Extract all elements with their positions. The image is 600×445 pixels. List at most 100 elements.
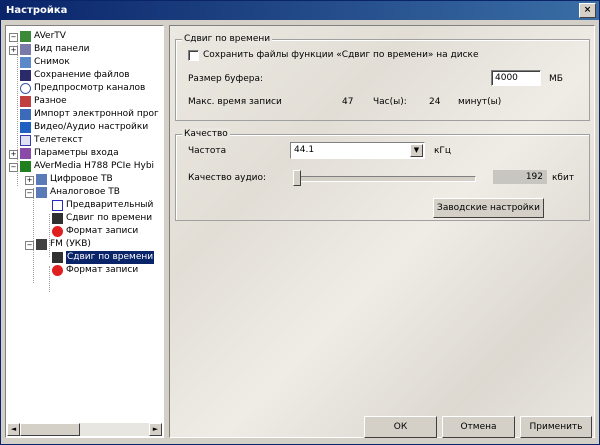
audio-quality-label: Качество аудио: — [188, 173, 267, 183]
expand-toggle[interactable]: + — [25, 176, 34, 185]
snapshot-icon — [20, 57, 31, 68]
tree-item-panel-view[interactable]: + Вид панели — [6, 43, 161, 56]
tuner-card-icon — [20, 161, 31, 172]
tree-item-preview[interactable]: Предварительный — [6, 199, 161, 212]
settings-tree: − AVerTV + Вид панели Снимок Сохранение … — [5, 25, 164, 438]
epg-import-icon — [20, 109, 31, 120]
scroll-left-button[interactable]: ◄ — [7, 423, 20, 436]
tree-item-digital-tv[interactable]: + Цифровое ТВ — [6, 173, 161, 186]
collapse-toggle[interactable]: − — [9, 33, 18, 42]
window-title: Настройка — [6, 5, 68, 16]
averTV-icon — [20, 31, 31, 42]
collapse-toggle[interactable]: − — [25, 241, 34, 250]
record-format-icon — [52, 226, 63, 237]
expand-toggle[interactable]: + — [9, 46, 18, 55]
tree-item-label: Снимок — [34, 57, 70, 67]
cancel-button[interactable]: Отмена — [442, 416, 515, 438]
content-area: − AVerTV + Вид панели Снимок Сохранение … — [5, 25, 595, 441]
tree-item-epg-import[interactable]: Импорт электронной прог — [6, 108, 161, 121]
frequency-value: 44.1 — [294, 145, 315, 155]
input-params-icon — [20, 148, 31, 159]
tree-item-label: Разное — [34, 96, 67, 106]
max-minutes-value: 24 — [429, 97, 441, 107]
tree-item-analog-tv[interactable]: − Аналоговое ТВ — [6, 186, 161, 199]
apply-button[interactable]: Применить — [520, 416, 592, 438]
frequency-label: Частота — [188, 146, 227, 156]
tree-item-timeshift-analog[interactable]: Сдвиг по времени — [6, 212, 161, 225]
save-timeshift-checkbox[interactable] — [188, 50, 199, 61]
tree-item-record-format-analog[interactable]: Формат записи — [6, 225, 161, 238]
tree-item-label: AVerMedia H788 PCIe Hybi — [34, 161, 155, 171]
tree-item-misc[interactable]: Разное — [6, 95, 161, 108]
scroll-right-button[interactable]: ► — [149, 423, 162, 436]
hours-unit: Час(ы): — [373, 97, 407, 107]
max-hours-value: 47 — [342, 97, 354, 107]
settings-window: Настройка × − AVerTV + Вид панели Снимок — [0, 0, 600, 445]
tree-item-avertv[interactable]: − AVerTV — [6, 30, 161, 43]
max-record-time-label: Макс. время записи — [188, 97, 282, 107]
chevron-down-icon[interactable]: ▼ — [410, 144, 423, 157]
frequency-select[interactable]: 44.1 ▼ — [290, 142, 425, 159]
audio-quality-unit: кбит — [552, 173, 575, 183]
analog-tv-icon — [36, 187, 47, 198]
quality-group-title: Качество — [182, 128, 230, 140]
tree-item-save-files[interactable]: Сохранение файлов — [6, 69, 161, 82]
timeshift-group: Сдвиг по времени Сохранить файлы функции… — [175, 33, 590, 121]
tree-item-label: Аналоговое ТВ — [50, 187, 120, 197]
collapse-toggle[interactable]: − — [25, 189, 34, 198]
collapse-toggle[interactable]: − — [9, 163, 18, 172]
tree-item-label: AVerTV — [34, 31, 66, 41]
tree-item-label: Видео/Аудио настройки — [34, 122, 149, 132]
audio-quality-slider[interactable] — [293, 170, 301, 186]
expand-toggle[interactable]: + — [9, 150, 18, 159]
tree-item-fm[interactable]: − FM (УКВ) — [6, 238, 161, 251]
tree-item-av-settings[interactable]: Видео/Аудио настройки — [6, 121, 161, 134]
av-settings-icon — [20, 122, 31, 133]
digital-tv-icon — [36, 174, 47, 185]
audio-quality-track — [294, 176, 476, 182]
preview-check-icon — [52, 200, 63, 211]
ok-button[interactable]: ОК — [364, 416, 437, 438]
record-format-icon — [52, 265, 63, 276]
tree-item-teletext[interactable]: Телетекст — [6, 134, 161, 147]
tree-item-channel-preview[interactable]: Предпросмотр каналов — [6, 82, 161, 95]
panel-view-icon — [20, 44, 31, 55]
timeshift-icon — [52, 213, 63, 224]
save-timeshift-label: Сохранить файлы функции «Сдвиг по времен… — [203, 50, 479, 60]
buffer-size-input[interactable]: 4000 — [491, 70, 541, 86]
scroll-thumb[interactable] — [20, 423, 80, 436]
tree-item-snapshot[interactable]: Снимок — [6, 56, 161, 69]
frequency-unit: кГц — [434, 146, 452, 156]
tree-item-label: Формат записи — [66, 226, 139, 236]
title-bar: Настройка × — [1, 1, 599, 20]
tree-item-timeshift-fm[interactable]: Сдвиг по времени — [6, 251, 161, 264]
tree-item-label: Сдвиг по времени — [66, 251, 155, 264]
tree-item-tuner-card[interactable]: − AVerMedia H788 PCIe Hybi — [6, 160, 161, 173]
tree-item-label: Предпросмотр каналов — [34, 83, 146, 93]
tree-item-label: Телетекст — [34, 135, 83, 145]
misc-icon — [20, 96, 31, 107]
quality-group: Качество Частота 44.1 ▼ кГц Качество ауд… — [175, 128, 590, 221]
restore-defaults-button[interactable]: Заводские настройки — [433, 198, 544, 218]
minutes-unit: минут(ы) — [458, 97, 502, 107]
tree-item-label: FM (УКВ) — [50, 239, 91, 249]
audio-quality-value: 192 — [493, 170, 547, 184]
tree-item-label: Формат записи — [66, 265, 139, 275]
tree-item-label: Параметры входа — [34, 148, 119, 158]
tree-item-label: Предварительный — [66, 200, 154, 210]
close-button[interactable]: × — [579, 3, 596, 18]
tree-item-label: Сохранение файлов — [34, 70, 130, 80]
tree-item-label: Цифровое ТВ — [50, 174, 113, 184]
tree-item-label: Сдвиг по времени — [66, 213, 153, 223]
tree-item-label: Импорт электронной прог — [34, 109, 159, 119]
save-files-icon — [20, 70, 31, 81]
teletext-icon — [20, 135, 31, 146]
tree-item-record-format-fm[interactable]: Формат записи — [6, 264, 161, 277]
radio-icon — [36, 239, 47, 250]
tree-item-input-params[interactable]: + Параметры входа — [6, 147, 161, 160]
eye-icon — [20, 83, 31, 94]
buffer-size-label: Размер буфера: — [188, 74, 263, 84]
tree-horizontal-scrollbar[interactable]: ◄ ► — [7, 423, 162, 436]
tree-item-label: Вид панели — [34, 44, 90, 54]
settings-panel: Сдвиг по времени Сохранить файлы функции… — [169, 25, 595, 438]
